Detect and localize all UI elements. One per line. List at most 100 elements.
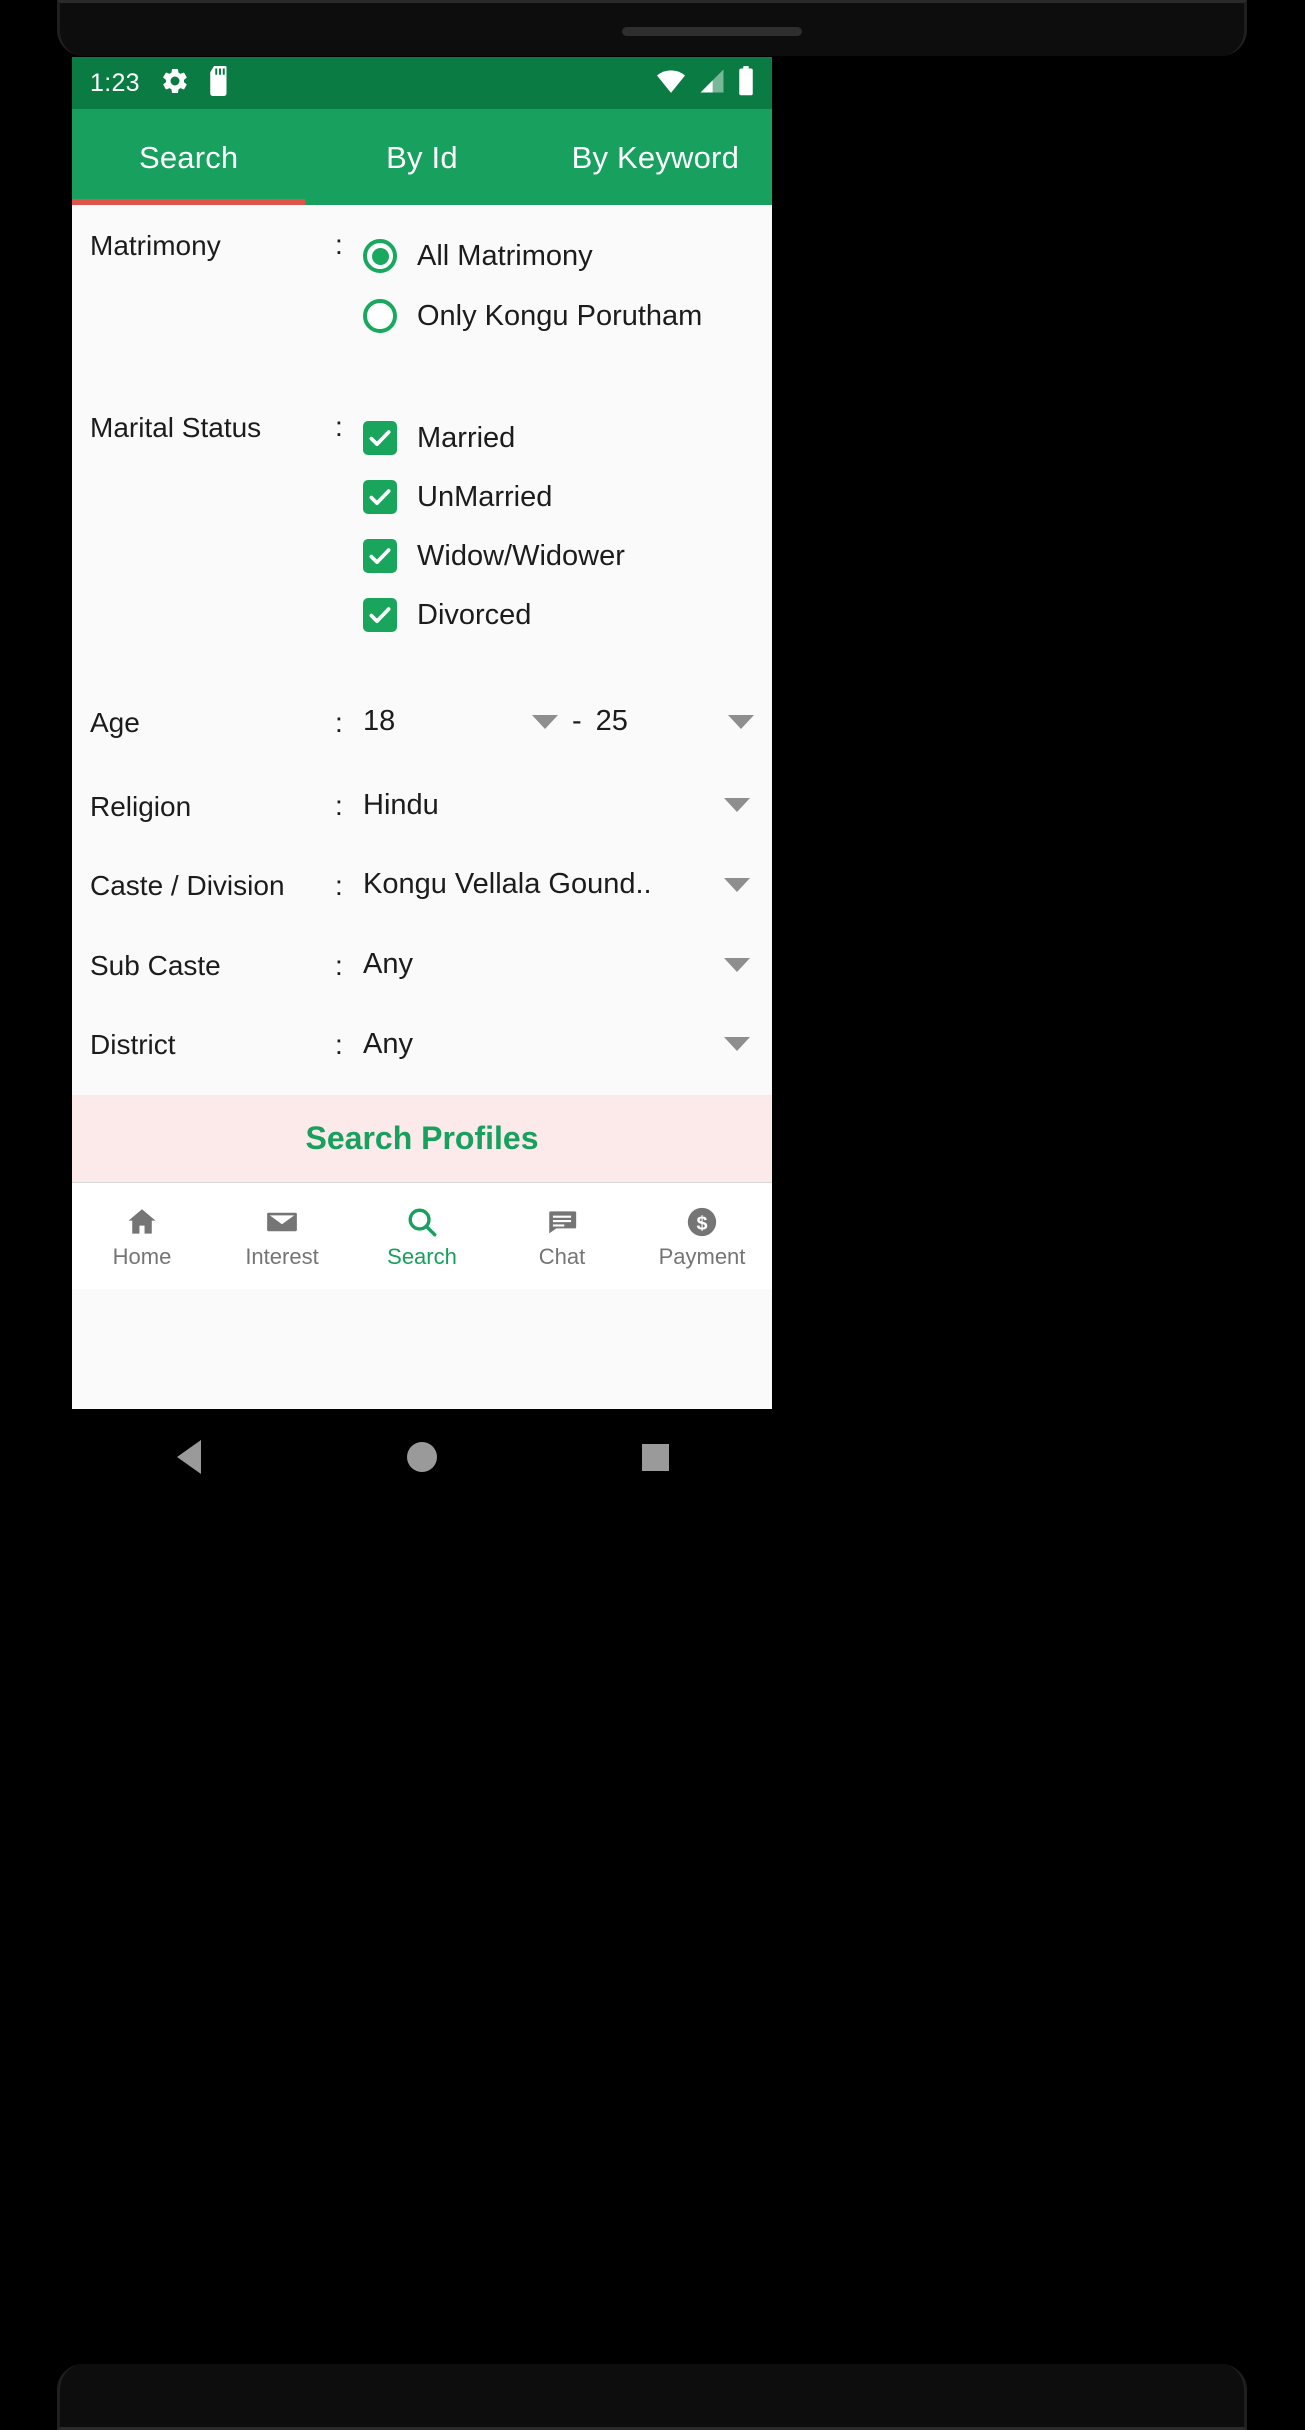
checkbox-widow-widower-label: Widow/Widower [417,539,625,572]
marital-status-colon: : [335,411,343,442]
recents-square-icon [641,1443,669,1471]
tab-by-id[interactable]: By Id [305,142,538,173]
nav-item-search-label: Search [387,1243,457,1269]
radio-selected-icon[interactable] [363,239,397,273]
checkbox-divorced-label: Divorced [417,598,532,631]
checkbox-widow-widower[interactable]: Widow/Widower [363,527,754,585]
cellular-signal-icon [698,68,726,99]
checkbox-unmarried[interactable]: UnMarried [363,468,754,526]
battery-icon [738,65,754,101]
caste-division-colon: : [335,869,343,901]
home-circle-icon [406,1442,437,1472]
checkbox-married-label: Married [417,421,516,454]
nav-item-payment-label: Payment [658,1243,746,1269]
district-dropdown[interactable]: Any [363,1030,754,1059]
sub-caste-label: Sub Caste [90,949,221,981]
radio-unselected-icon[interactable] [363,299,397,333]
dollar-circle-icon: $ [685,1205,719,1239]
android-system-nav [72,1409,772,1505]
status-bar-clock: 1:23 [90,68,140,97]
search-filter-form: Matrimony : All Matrimony Only Kongu Por… [72,205,772,1095]
matrimony-row: Matrimony : All Matrimony Only Kongu Por… [90,227,754,345]
radio-only-kongu-porutham[interactable]: Only Kongu Porutham [363,287,754,345]
age-row: Age : 18 - 25 [90,704,754,740]
age-to-dropdown[interactable]: 25 [596,707,754,736]
sub-caste-dropdown[interactable]: Any [363,950,754,979]
religion-colon: : [335,790,343,822]
nav-item-home-label: Home [112,1243,172,1269]
phone-top-bezel [57,0,1247,56]
district-value: Any [363,1029,413,1059]
sub-caste-value: Any [363,950,413,980]
marital-status-options: Married UnMarried Widow/Widower Divorced [363,409,754,644]
top-tab-bar: Search By Id By Keyword [72,109,772,205]
chevron-down-icon[interactable] [532,714,558,729]
radio-only-kongu-porutham-label: Only Kongu Porutham [417,299,703,332]
age-colon: : [335,706,343,738]
caste-division-label: Caste / Division [90,870,285,902]
matrimony-options: All Matrimony Only Kongu Porutham [363,227,754,345]
sub-caste-colon: : [335,949,343,981]
envelope-icon [265,1205,299,1239]
checkbox-divorced[interactable]: Divorced [363,586,754,644]
chevron-down-icon[interactable] [724,877,750,892]
tab-search[interactable]: Search [72,142,305,173]
caste-division-dropdown[interactable]: Kongu Vellala Gound.. [363,870,754,899]
sub-caste-row: Sub Caste : Any [90,947,754,983]
district-row: District : Any [90,1026,754,1062]
chevron-down-icon[interactable] [728,714,754,729]
caste-division-row: Caste / Division : Kongu Vellala Gound.. [90,867,754,903]
chevron-down-icon[interactable] [724,957,750,972]
radio-all-matrimony[interactable]: All Matrimony [363,227,754,285]
age-range-separator: - [572,705,582,738]
chevron-down-icon[interactable] [724,798,750,813]
religion-value: Hindu [363,790,439,820]
sd-card-icon [206,65,232,101]
age-label: Age [90,707,140,738]
phone-screen: 1:23 Search By Id By Keyword Matrimony:… [72,57,772,1409]
chevron-down-icon[interactable] [724,1037,750,1052]
status-bar: 1:23 [72,57,772,109]
age-from-value: 18 [363,707,396,737]
checkmark-icon[interactable] [363,598,397,632]
matrimony-colon: : [335,229,343,260]
active-tab-indicator [72,199,305,205]
phone-bottom-bezel [57,2364,1247,2430]
chat-bubble-icon [545,1205,579,1239]
nav-item-chat[interactable]: Chat [492,1205,632,1268]
marital-status-label: Marital Status [90,412,262,443]
checkmark-icon[interactable] [363,480,397,514]
magnifier-icon [405,1205,439,1239]
nav-item-interest[interactable]: Interest [212,1205,352,1268]
tab-by-keyword[interactable]: By Keyword [539,142,772,173]
district-colon: : [335,1029,343,1061]
android-recents-button[interactable] [539,1443,772,1471]
search-profiles-button[interactable]: Search Profiles [72,1095,772,1183]
religion-row: Religion : Hindu [90,788,754,824]
checkmark-icon[interactable] [363,539,397,573]
svg-text:$: $ [696,1212,707,1234]
wifi-icon [656,68,686,99]
status-bar-right-icons [656,65,754,101]
nav-item-interest-label: Interest [245,1243,319,1269]
android-home-button[interactable] [305,1442,538,1472]
checkbox-married[interactable]: Married [363,409,754,467]
marital-status-row: Marital Status : Married UnMarried Widow… [90,409,754,644]
age-from-dropdown[interactable]: 18 [363,707,558,736]
age-to-value: 25 [595,707,628,737]
nav-item-home[interactable]: Home [72,1205,212,1268]
settings-gear-icon [160,66,190,101]
nav-item-chat-label: Chat [538,1243,586,1269]
checkbox-unmarried-label: UnMarried [417,480,553,513]
phone-mockup: 1:23 Search By Id By Keyword Matrimony:… [0,0,1305,2430]
status-bar-left-icons [160,65,232,101]
religion-dropdown[interactable]: Hindu [363,791,754,820]
nav-item-payment[interactable]: $ Payment [632,1205,772,1268]
religion-label: Religion [90,790,192,822]
checkmark-icon[interactable] [363,421,397,455]
nav-item-search[interactable]: Search [352,1205,492,1268]
android-back-button[interactable] [72,1440,305,1474]
district-label: District [90,1029,176,1061]
search-profiles-label: Search Profiles [305,1120,539,1156]
home-icon [125,1205,159,1239]
